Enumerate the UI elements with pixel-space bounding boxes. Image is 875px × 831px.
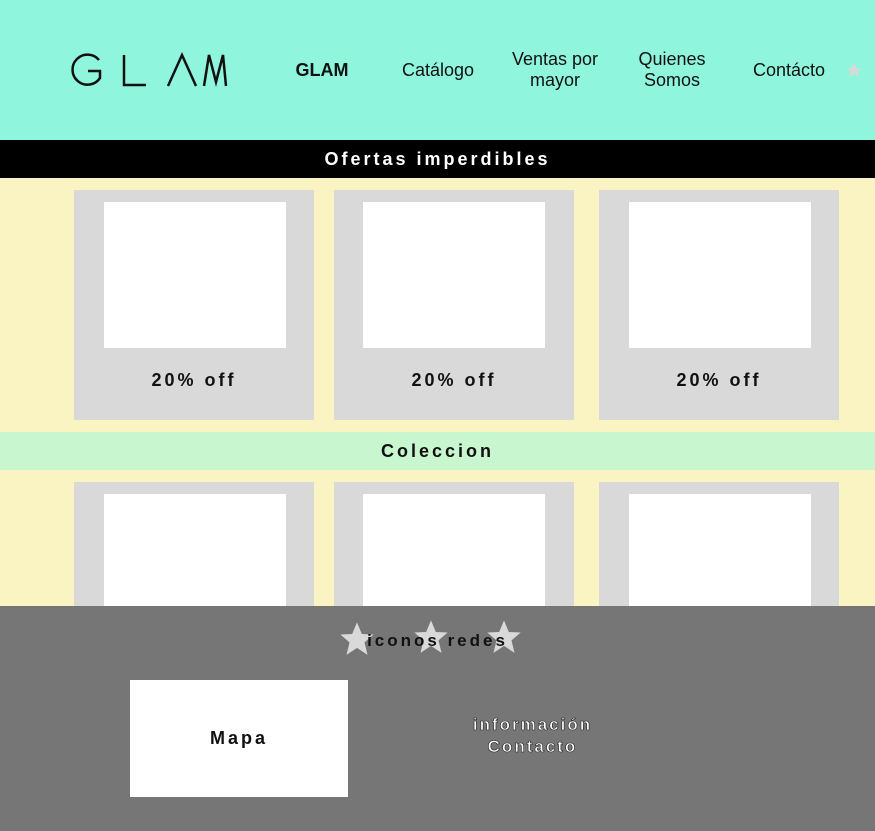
offer-card[interactable]: 20% off [599, 190, 839, 420]
offers-section-title: Ofertas imperdibles [0, 140, 875, 178]
offer-card[interactable]: 20% off [74, 190, 314, 420]
nav-quienes-somos[interactable]: Quienes Somos [630, 49, 714, 91]
nav-contacto[interactable]: Contácto [747, 60, 831, 81]
collection-card-image [104, 494, 286, 606]
glam-logo-mark [71, 51, 228, 87]
contact-info: información Contacto [472, 715, 593, 757]
nav-catalogo[interactable]: Catálogo [396, 60, 480, 81]
site-footer: iconos redes Mapa información Contacto [0, 606, 875, 831]
collection-card[interactable] [74, 482, 314, 606]
offer-card-label: 20% off [411, 370, 497, 390]
collection-card[interactable] [334, 482, 574, 606]
site-header: GLAM Catálogo Ventas por mayor Quienes S… [0, 0, 875, 140]
star-icon[interactable] [845, 61, 863, 79]
collection-card-image [629, 494, 811, 606]
collection-section-title: Coleccion [0, 432, 875, 470]
collection-card-image [363, 494, 545, 606]
offer-card-label: 20% off [676, 370, 762, 390]
nav-ventas-por-mayor[interactable]: Ventas por mayor [505, 49, 605, 91]
collection-section [0, 470, 875, 606]
social-icons-label: iconos redes [367, 631, 508, 650]
offers-section: 20% off 20% off 20% off [0, 178, 875, 432]
offer-card-image [104, 202, 286, 348]
map-placeholder[interactable]: Mapa [130, 680, 348, 797]
nav-glam[interactable]: GLAM [290, 60, 354, 81]
offer-card[interactable]: 20% off [334, 190, 574, 420]
collection-card[interactable] [599, 482, 839, 606]
offer-card-image [629, 202, 811, 348]
offer-card-image [363, 202, 545, 348]
offer-card-label: 20% off [151, 370, 237, 390]
glam-logo[interactable] [68, 50, 228, 90]
